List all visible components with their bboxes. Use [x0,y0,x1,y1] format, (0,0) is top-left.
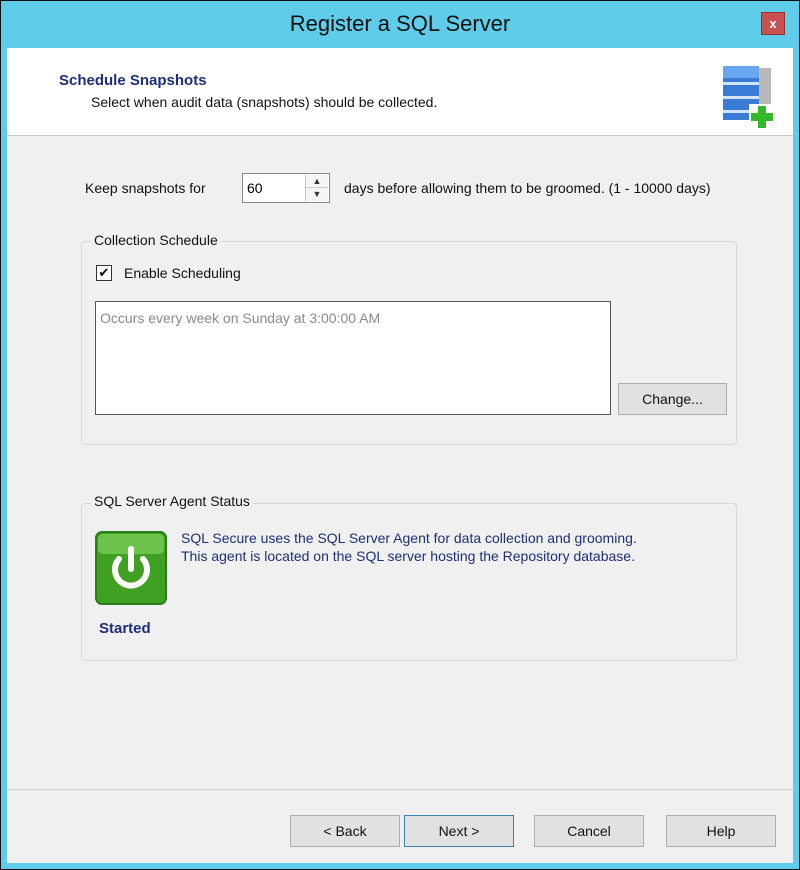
window-bottom-border [1,863,799,869]
page-subtitle: Select when audit data (snapshots) shoul… [91,94,438,110]
retention-days-stepper[interactable]: 60 ▲ ▼ [242,173,330,203]
close-button[interactable]: x [761,12,785,35]
retention-prefix-label: Keep snapshots for [85,180,206,196]
database-add-icon [723,66,775,130]
wizard-header: Schedule Snapshots Select when audit dat… [7,48,793,136]
stepper-buttons: ▲ ▼ [305,175,328,201]
retention-days-value[interactable]: 60 [247,180,263,196]
back-button[interactable]: < Back [290,815,400,847]
agent-status-group [81,503,737,661]
window-title: Register a SQL Server [289,11,511,36]
power-icon [95,531,167,605]
agent-description-line1: SQL Secure uses the SQL Server Agent for… [181,530,637,546]
schedule-description-box: Occurs every week on Sunday at 3:00:00 A… [95,301,611,415]
collection-schedule-title: Collection Schedule [91,232,221,248]
footer-divider [7,789,793,790]
title-bar[interactable]: Register a SQL Server x [1,1,799,48]
change-schedule-button[interactable]: Change... [618,383,727,415]
agent-description-line2: This agent is located on the SQL server … [181,548,635,564]
page-title: Schedule Snapshots [59,72,207,89]
enable-scheduling-checkbox[interactable]: ✔ [96,265,112,281]
next-button[interactable]: Next > [404,815,514,847]
stepper-up-icon[interactable]: ▲ [306,175,328,188]
retention-suffix-label: days before allowing them to be groomed.… [344,180,711,196]
enable-scheduling-label[interactable]: Enable Scheduling [124,265,241,281]
agent-description: SQL Secure uses the SQL Server Agent for… [181,529,637,565]
cancel-button[interactable]: Cancel [534,815,644,847]
help-button[interactable]: Help [666,815,776,847]
dialog-window: Register a SQL Server x Schedule Snapsho… [0,0,800,870]
agent-status-text: Started [99,620,151,637]
schedule-description-text: Occurs every week on Sunday at 3:00:00 A… [100,310,381,326]
agent-status-title: SQL Server Agent Status [91,493,253,509]
window-left-border [1,48,7,869]
stepper-down-icon[interactable]: ▼ [306,188,328,201]
window-right-border [793,48,799,869]
